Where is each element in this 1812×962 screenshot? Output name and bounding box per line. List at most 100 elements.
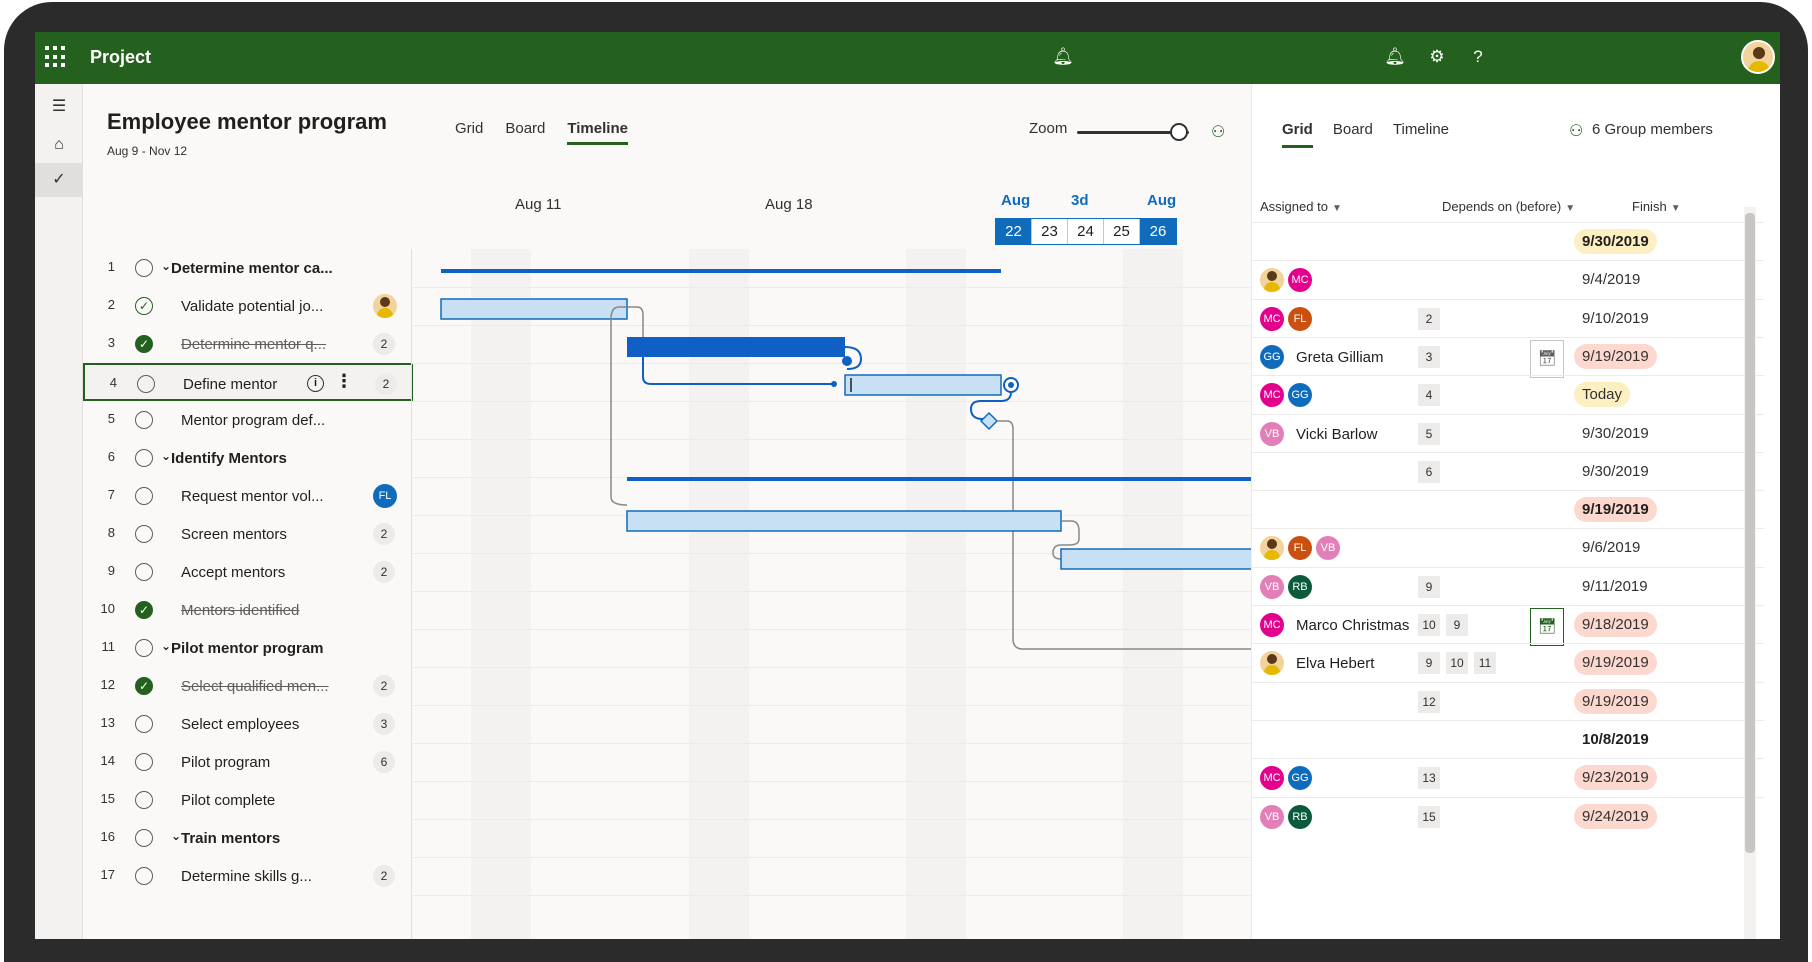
assignee-count-badge[interactable]: 2 — [373, 675, 395, 697]
finish-date[interactable]: 9/4/2019 — [1574, 267, 1648, 292]
assignee-avatar[interactable]: GG — [1260, 344, 1284, 369]
grid-row[interactable]: VB RB 15 9/24/2019 — [1252, 796, 1764, 835]
finish-date[interactable]: 9/24/2019 — [1574, 803, 1657, 829]
grid-row[interactable]: MC GG 13 9/23/2019 — [1252, 758, 1764, 796]
task-name[interactable]: Select qualified men... — [181, 678, 329, 695]
summary-bar[interactable] — [441, 269, 1001, 273]
dependency-chip[interactable]: 9 — [1418, 575, 1440, 598]
task-row[interactable]: 2 Validate potential jo... — [83, 287, 413, 325]
assignee-avatar[interactable]: VB — [1260, 421, 1284, 446]
grid-row[interactable]: MC FL 2 9/10/2019 — [1252, 298, 1764, 337]
grid-row[interactable]: VB RB 9 9/11/2019 — [1252, 566, 1764, 605]
dependency-chip[interactable]: 2 — [1418, 307, 1440, 330]
finish-date[interactable]: 9/23/2019 — [1574, 765, 1657, 791]
grid-row[interactable]: 10/8/2019 — [1252, 719, 1764, 758]
user-avatar[interactable] — [1741, 40, 1775, 74]
more-options-icon[interactable]: ⋮ — [335, 371, 353, 392]
group-members-icon[interactable]: ⚇ — [1569, 121, 1583, 141]
assignee-avatar[interactable]: MC — [1260, 613, 1284, 637]
info-icon[interactable]: i — [307, 375, 324, 392]
task-complete-checkbox[interactable] — [135, 449, 153, 467]
assignee-count-badge[interactable]: 2 — [373, 865, 395, 887]
column-header-finish[interactable]: Finish ▼ — [1632, 199, 1681, 214]
summary-bar[interactable] — [627, 477, 1293, 481]
assignee-avatar[interactable]: RB — [1288, 804, 1312, 829]
assignee-count-badge[interactable]: 2 — [373, 523, 395, 545]
chevron-down-icon[interactable]: ⌄ — [161, 449, 171, 463]
task-bar[interactable] — [626, 510, 1062, 532]
milestone-diamond[interactable] — [979, 411, 999, 431]
chevron-down-icon[interactable]: ⌄ — [171, 829, 181, 843]
bell-icon[interactable]: 🔔︎ — [1052, 46, 1074, 68]
finish-date[interactable]: 9/6/2019 — [1574, 535, 1648, 560]
grid-row[interactable]: 9/19/2019 — [1252, 490, 1764, 528]
day-cell[interactable]: 23 — [1032, 219, 1068, 244]
dependency-chip[interactable]: 10 — [1418, 614, 1440, 636]
check-icon[interactable]: ✓ — [35, 163, 83, 197]
grid-row[interactable]: Elva Hebert 9 10 11 9/19/2019 — [1252, 643, 1764, 681]
assignee-count-badge[interactable]: 2 — [375, 373, 397, 395]
link-handle[interactable] — [842, 356, 852, 366]
assignee-avatar[interactable]: RB — [1288, 574, 1312, 599]
dependency-chip[interactable]: 10 — [1446, 652, 1468, 675]
dependency-chip[interactable]: 13 — [1418, 767, 1440, 790]
task-bar[interactable] — [440, 298, 628, 320]
app-launcher-icon[interactable] — [45, 46, 67, 68]
task-complete-checkbox[interactable] — [135, 487, 153, 505]
task-row[interactable]: 6 ⌄ Identify Mentors — [83, 439, 413, 477]
task-name[interactable]: Request mentor vol... — [181, 488, 324, 505]
zoom-slider-thumb[interactable] — [1170, 123, 1188, 141]
day-cell[interactable]: 26 — [1140, 219, 1176, 244]
grid-row[interactable]: MC GG 4 Today — [1252, 375, 1764, 413]
dependency-chip[interactable]: 11 — [1474, 652, 1496, 675]
task-name[interactable]: Mentors identified — [181, 602, 299, 619]
task-complete-checkbox[interactable] — [135, 601, 153, 619]
assignee-avatar[interactable]: FL — [1288, 536, 1312, 561]
task-row[interactable]: 13 Select employees 3 — [83, 705, 413, 743]
day-cell[interactable]: 25 — [1104, 219, 1140, 244]
app-name[interactable]: Project — [90, 47, 151, 68]
group-members-link[interactable]: 6 Group members — [1592, 121, 1713, 138]
task-name[interactable]: Identify Mentors — [171, 450, 287, 467]
calendar-picker-button[interactable]: 📅︎ — [1530, 608, 1564, 646]
task-row[interactable]: 17 Determine skills g... 2 — [83, 857, 413, 895]
assignee-name[interactable]: Elva Hebert — [1296, 655, 1374, 672]
tab-timeline[interactable]: Timeline — [567, 120, 628, 145]
finish-date[interactable]: 9/30/2019 — [1574, 459, 1657, 484]
assignee-avatar[interactable]: MC — [1260, 383, 1284, 408]
task-bar-selected[interactable] — [844, 374, 1002, 396]
assignee-avatar[interactable] — [1260, 651, 1284, 676]
finish-date[interactable]: 9/19/2019 — [1574, 343, 1657, 369]
help-icon[interactable]: ? — [1467, 46, 1489, 68]
assignee-avatar[interactable] — [1260, 536, 1284, 561]
task-row[interactable]: 15 Pilot complete — [83, 781, 413, 819]
grid-row[interactable]: 9/30/2019 — [1252, 222, 1764, 260]
task-name[interactable]: Select employees — [181, 716, 299, 733]
task-complete-checkbox[interactable] — [135, 259, 153, 277]
task-complete-checkbox[interactable] — [137, 375, 155, 393]
column-header-assigned[interactable]: Assigned to ▼ — [1260, 199, 1342, 214]
grid-row[interactable]: GG Greta Gilliam 3 📅︎ 9/19/2019 — [1252, 336, 1764, 378]
link-handle[interactable] — [831, 381, 837, 387]
assignee-avatar[interactable]: VB — [1260, 574, 1284, 599]
vertical-scrollbar[interactable] — [1744, 207, 1756, 939]
finish-date[interactable]: 9/30/2019 — [1574, 421, 1657, 446]
chevron-down-icon[interactable]: ⌄ — [161, 259, 171, 273]
grid-row[interactable]: MC Marco Christmas 10 9 📅︎ 9/18/2019 — [1252, 605, 1764, 646]
assignee-count-badge[interactable]: 2 — [373, 333, 395, 355]
task-row[interactable]: 10 Mentors identified — [83, 591, 413, 629]
task-row[interactable]: 1 ⌄ Determine mentor ca... — [83, 249, 413, 287]
column-header-depends[interactable]: Depends on (before) ▼ — [1442, 199, 1575, 214]
gear-icon[interactable]: ⚙ — [1426, 46, 1448, 68]
assignee-avatar[interactable] — [1260, 268, 1284, 293]
assignee-avatar[interactable]: FL — [1288, 306, 1312, 331]
dependency-chip[interactable]: 4 — [1418, 384, 1440, 407]
grid-row[interactable]: 12 9/19/2019 — [1252, 681, 1764, 720]
dependency-chip[interactable]: 6 — [1418, 460, 1440, 483]
finish-date[interactable]: 9/18/2019 — [1574, 612, 1657, 637]
task-row[interactable]: 12 Select qualified men... 2 — [83, 667, 413, 705]
assignee-avatar[interactable]: MC — [1260, 766, 1284, 791]
day-cell[interactable]: 22 — [996, 219, 1032, 244]
grid-row[interactable]: VB Vicki Barlow 5 9/30/2019 — [1252, 413, 1764, 452]
assignee-avatar[interactable] — [373, 294, 397, 318]
